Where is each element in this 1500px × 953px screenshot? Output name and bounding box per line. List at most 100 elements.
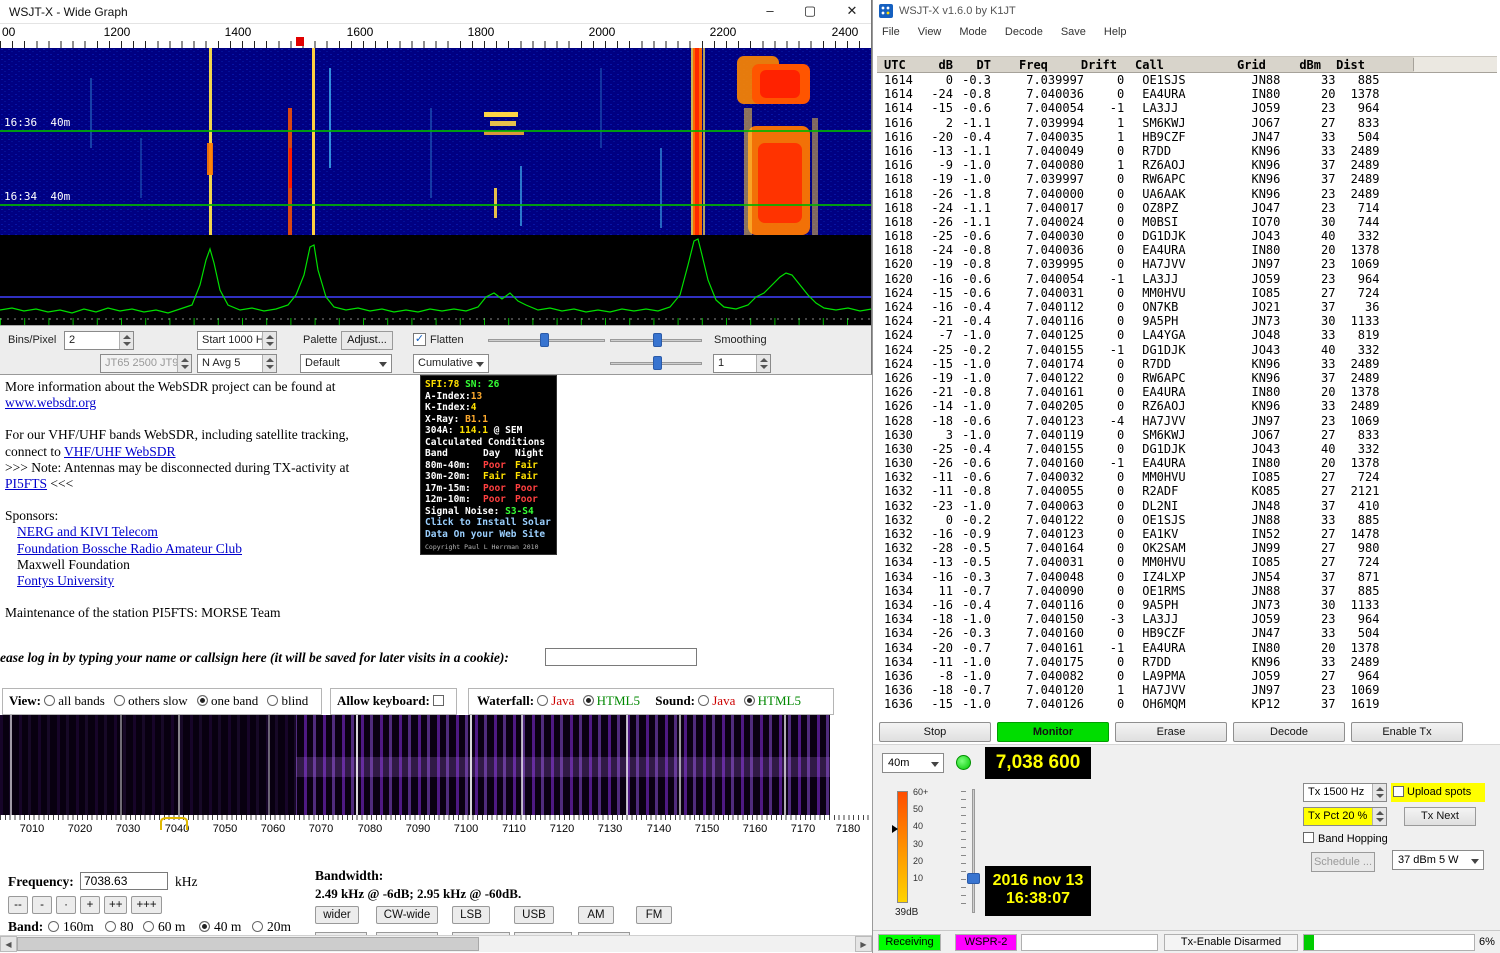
am-button[interactable]: AM xyxy=(578,906,614,924)
table-row[interactable]: 1632-11-0.6 7.0400320MM0HVU IO8527724 xyxy=(877,470,1497,484)
option-blind[interactable]: blind xyxy=(281,693,308,708)
table-row[interactable]: 1632-28-0.5 7.0401640OK2SAM JN9927980 xyxy=(877,541,1497,555)
upload-spots-option[interactable]: Upload spots xyxy=(1391,783,1485,802)
table-row[interactable]: 1624-15-0.6 7.0400310MM0HVU IO8527724 xyxy=(877,286,1497,300)
erase-button[interactable]: Erase xyxy=(1115,722,1227,742)
option-one-band[interactable]: one band xyxy=(211,693,258,708)
band-option-20m[interactable]: 20m xyxy=(267,919,291,935)
table-row[interactable]: 1618-26-1.8 7.0400000UA6AAK KN96232489 xyxy=(877,187,1497,201)
tx-pct-spinner[interactable]: Tx Pct 20 % xyxy=(1303,807,1387,826)
usb-button[interactable]: USB xyxy=(514,906,554,924)
bins-pixel-spinner[interactable]: 2 xyxy=(64,331,134,350)
table-row[interactable]: 1634-18-1.0 7.040150-3LA3JJ JO5923964 xyxy=(877,612,1497,626)
slider-handle[interactable] xyxy=(540,333,549,347)
close-button[interactable]: ✕ xyxy=(837,3,867,19)
radio-band-80[interactable] xyxy=(105,921,116,932)
tx-freq-spinner[interactable]: Tx 1500 Hz xyxy=(1303,783,1387,802)
table-row[interactable]: 1616-13-1.1 7.0400490R7DD KN96332489 xyxy=(877,144,1497,158)
menu-item[interactable]: Decode xyxy=(996,22,1052,38)
radio-one-band[interactable] xyxy=(197,695,208,706)
cw-wide-button[interactable]: CW-wide xyxy=(376,906,438,924)
horizontal-scrollbar[interactable]: ◀ ▶ xyxy=(0,935,872,952)
option-all-bands[interactable]: all bands xyxy=(58,693,105,708)
column-header[interactable]: dBm xyxy=(1289,57,1321,73)
table-row[interactable]: 1620-16-0.6 7.040054-1LA3JJ JO5923964 xyxy=(877,272,1497,286)
sound-html5-option[interactable]: HTML5 xyxy=(758,693,801,708)
table-row[interactable]: 1614-15-0.6 7.040054-1LA3JJ JO5923964 xyxy=(877,101,1497,115)
band-option-80[interactable]: 80 xyxy=(120,919,134,935)
table-row[interactable]: 1632-16-0.9 7.0401230EA1KV IN52271478 xyxy=(877,527,1497,541)
start-freq-spinner[interactable]: Start 1000 Hz xyxy=(197,331,277,350)
radio-sound-java[interactable] xyxy=(698,695,709,706)
table-row[interactable]: 1636-18-0.7 7.0401201HA7JVV JN97231069 xyxy=(877,683,1497,697)
table-row[interactable]: 1616-9-1.0 7.0400801RZ6AOJ KN96372489 xyxy=(877,158,1497,172)
slider-handle[interactable] xyxy=(653,333,662,347)
column-header[interactable]: Grid xyxy=(1227,57,1289,73)
spectrum-mode-select[interactable]: Cumulative xyxy=(413,354,489,373)
table-row[interactable]: 16320-0.2 7.0401220OE1SJS JN8833885 xyxy=(877,513,1497,527)
palette-select[interactable]: Default xyxy=(300,354,392,373)
option-others-slow[interactable]: others slow xyxy=(128,693,188,708)
slider-handle[interactable] xyxy=(967,873,980,884)
monitor-button[interactable]: Monitor xyxy=(997,722,1109,742)
websdr-waterfall[interactable] xyxy=(0,715,830,815)
smoothing-spinner[interactable]: 1 xyxy=(713,354,771,373)
menu-item[interactable]: View xyxy=(909,22,951,38)
column-header[interactable]: Call xyxy=(1117,57,1227,73)
menu-item[interactable]: Help xyxy=(1095,22,1136,38)
step-button[interactable]: · xyxy=(56,896,76,914)
step-button[interactable]: -- xyxy=(8,896,28,914)
power-select[interactable]: 37 dBm 5 W xyxy=(1392,850,1484,870)
menu-item[interactable]: Save xyxy=(1052,22,1095,38)
table-row[interactable]: 1626-19-1.0 7.0401220RW6APC KN96372489 xyxy=(877,371,1497,385)
radio-waterfall-java[interactable] xyxy=(537,695,548,706)
menu-item[interactable]: Mode xyxy=(950,22,996,38)
lsb-button[interactable]: LSB xyxy=(452,906,490,924)
spinner-arrows[interactable] xyxy=(262,332,276,349)
radio-sound-html5[interactable] xyxy=(744,695,755,706)
radio-band-20m[interactable] xyxy=(252,921,263,932)
column-header[interactable]: Freq xyxy=(991,57,1077,73)
radio-all-bands[interactable] xyxy=(44,695,55,706)
table-row[interactable]: 1636-8-1.0 7.0400820LA9PMA JO5927964 xyxy=(877,669,1497,683)
table-row[interactable]: 1618-24-0.8 7.0400360EA4URA IN80201378 xyxy=(877,243,1497,257)
flatten-checkbox[interactable]: ✓ xyxy=(413,333,426,346)
step-button[interactable]: +++ xyxy=(131,896,161,914)
scroll-left-arrow[interactable]: ◀ xyxy=(0,936,17,952)
table-row[interactable]: 1624-7-1.0 7.0401250LA4YGA JO4833819 xyxy=(877,328,1497,342)
solar-install-line2[interactable]: Data On your Web Site xyxy=(425,529,552,541)
enable-tx-button[interactable]: Enable Tx xyxy=(1351,722,1463,742)
spinner-arrows[interactable] xyxy=(262,355,276,372)
menu-item[interactable]: File xyxy=(873,22,909,38)
solar-install-line1[interactable]: Click to Install Solar xyxy=(425,517,552,529)
column-header[interactable]: Dist xyxy=(1321,57,1365,73)
table-row[interactable]: 1618-25-0.6 7.0400300DG1DJK JO4340332 xyxy=(877,229,1497,243)
table-row[interactable]: 1618-19-1.0 7.0399970RW6APC KN96372489 xyxy=(877,172,1497,186)
radio-blind[interactable] xyxy=(267,695,278,706)
table-row[interactable]: 1618-26-1.1 7.0400240M0BSI IO7030744 xyxy=(877,215,1497,229)
wide-graph-titlebar[interactable]: WSJT-X - Wide Graph – ▢ ✕ xyxy=(0,0,871,24)
column-header[interactable]: DT xyxy=(953,57,991,73)
table-row[interactable]: 1632-11-0.8 7.0400550R2ADF KO85272121 xyxy=(877,484,1497,498)
step-button[interactable]: ++ xyxy=(104,896,127,914)
table-row[interactable]: 1626-21-0.8 7.0401610EA4URA IN80201378 xyxy=(877,385,1497,399)
scrollbar-thumb[interactable] xyxy=(17,937,479,951)
table-row[interactable]: 16162-1.1 7.0399941SM6KWJ JO6727833 xyxy=(877,116,1497,130)
fm-button[interactable]: FM xyxy=(636,906,672,924)
band-hopping-option[interactable]: Band Hopping xyxy=(1303,832,1388,845)
radio-band-60m[interactable] xyxy=(143,921,154,932)
table-row[interactable]: 1618-24-1.1 7.0400170OZ8PZ JO4723714 xyxy=(877,201,1497,215)
radio-band-160m[interactable] xyxy=(48,921,59,932)
band-option-60m[interactable]: 60 m xyxy=(158,919,185,935)
slider-handle[interactable] xyxy=(653,356,662,370)
column-header[interactable]: dB xyxy=(927,57,953,73)
table-row[interactable]: 1624-25-0.2 7.040155-1DG1DJK JO4340332 xyxy=(877,343,1497,357)
table-row[interactable]: 1614-24-0.8 7.0400360EA4URA IN80201378 xyxy=(877,87,1497,101)
waterfall-gain-slider[interactable] xyxy=(961,787,981,915)
table-row[interactable]: 1628-18-0.6 7.040123-4HA7JVV JN97231069 xyxy=(877,414,1497,428)
spinner-arrows[interactable] xyxy=(1372,808,1386,825)
table-row[interactable]: 1630-25-0.4 7.0401550DG1DJK JO4340332 xyxy=(877,442,1497,456)
band-option-40m[interactable]: 40 m xyxy=(214,919,241,935)
column-header[interactable]: UTC xyxy=(877,57,927,73)
table-row[interactable]: 1632-23-1.0 7.0400630DL2NI JN4837410 xyxy=(877,499,1497,513)
